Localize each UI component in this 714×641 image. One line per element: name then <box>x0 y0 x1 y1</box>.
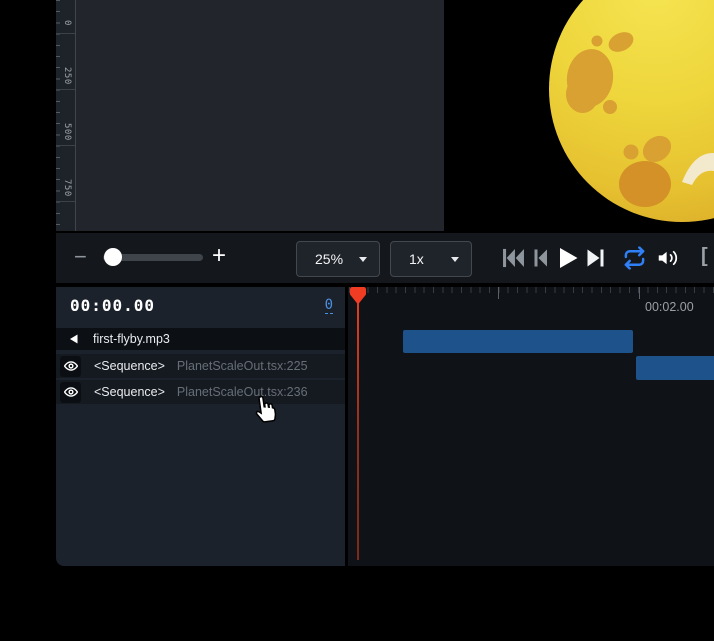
timeline-track-area[interactable]: 00:02.00 <box>348 287 714 566</box>
composition-viewport[interactable] <box>444 0 714 231</box>
track-row-sequence-236[interactable]: <Sequence> PlanetScaleOut.tsx:236 <box>56 380 345 404</box>
zoom-out-button[interactable]: − <box>74 244 87 270</box>
eye-icon <box>64 385 78 399</box>
track-row-audio[interactable]: first-flyby.mp3 <box>56 328 345 350</box>
playhead-marker-icon[interactable] <box>350 287 366 305</box>
timeline-clip-audio[interactable] <box>403 330 633 353</box>
timeline-panel: 00:00.00 0 first-flyby.mp3 <Sequence> Pl… <box>56 287 714 566</box>
preview-canvas: 0 250 500 750 <box>56 0 714 231</box>
studio-window: 0 250 500 750 <box>56 0 714 566</box>
previous-frame-button[interactable] <box>534 249 547 267</box>
current-frame-link[interactable]: 0 <box>325 297 333 314</box>
second-tick <box>639 287 640 299</box>
playhead-line <box>357 289 359 560</box>
visibility-toggle[interactable] <box>60 356 81 377</box>
skip-to-start-button[interactable] <box>502 248 525 268</box>
zoom-level-value: 25% <box>315 251 343 267</box>
volume-icon[interactable] <box>657 248 678 269</box>
ruler-major-tick <box>56 201 75 202</box>
play-button[interactable] <box>559 248 578 269</box>
in-point-bracket-button[interactable]: [ <box>701 245 708 268</box>
ruler-label: 500 <box>62 123 72 141</box>
zoom-level-select[interactable]: 25% <box>296 241 380 277</box>
zoom-slider-thumb[interactable] <box>104 248 122 266</box>
zoom-slider[interactable] <box>103 254 203 261</box>
loop-icon[interactable] <box>623 247 646 270</box>
playback-rate-value: 1x <box>409 251 424 267</box>
ruler-major-tick <box>56 145 75 146</box>
visibility-toggle[interactable] <box>60 382 81 403</box>
track-name: <Sequence> <box>94 359 165 373</box>
track-name: <Sequence> <box>94 385 165 399</box>
timecode-display: 00:00.00 <box>70 296 155 315</box>
vertical-ruler: 0 250 500 750 <box>56 0 76 231</box>
timeline-clip-sequence[interactable] <box>636 356 714 380</box>
toolbar: − + 25% 1x <box>56 233 714 283</box>
transport-controls <box>496 233 714 283</box>
chevron-down-icon <box>359 257 367 262</box>
eye-icon <box>64 359 78 373</box>
playback-rate-select[interactable]: 1x <box>390 241 472 277</box>
ruler-label: 0 <box>62 20 72 26</box>
track-name: first-flyby.mp3 <box>93 332 170 346</box>
planet-illustration <box>444 0 714 231</box>
track-source: PlanetScaleOut.tsx:225 <box>177 359 308 373</box>
next-frame-button[interactable] <box>587 249 604 267</box>
chevron-down-icon <box>451 257 459 262</box>
track-source: PlanetScaleOut.tsx:236 <box>177 385 308 399</box>
time-ruler[interactable] <box>348 287 714 301</box>
zoom-in-button[interactable]: + <box>212 242 226 270</box>
ruler-major-tick <box>56 33 75 34</box>
playhead[interactable] <box>350 287 366 566</box>
ruler-label: 250 <box>62 67 72 85</box>
second-tick <box>498 287 499 299</box>
time-label: 00:02.00 <box>645 300 694 314</box>
audio-icon <box>68 333 80 345</box>
ruler-major-tick <box>56 89 75 90</box>
track-row-sequence-225[interactable]: <Sequence> PlanetScaleOut.tsx:225 <box>56 354 345 378</box>
ruler-label: 750 <box>62 179 72 197</box>
track-list-panel: 00:00.00 0 first-flyby.mp3 <Sequence> Pl… <box>56 287 345 566</box>
